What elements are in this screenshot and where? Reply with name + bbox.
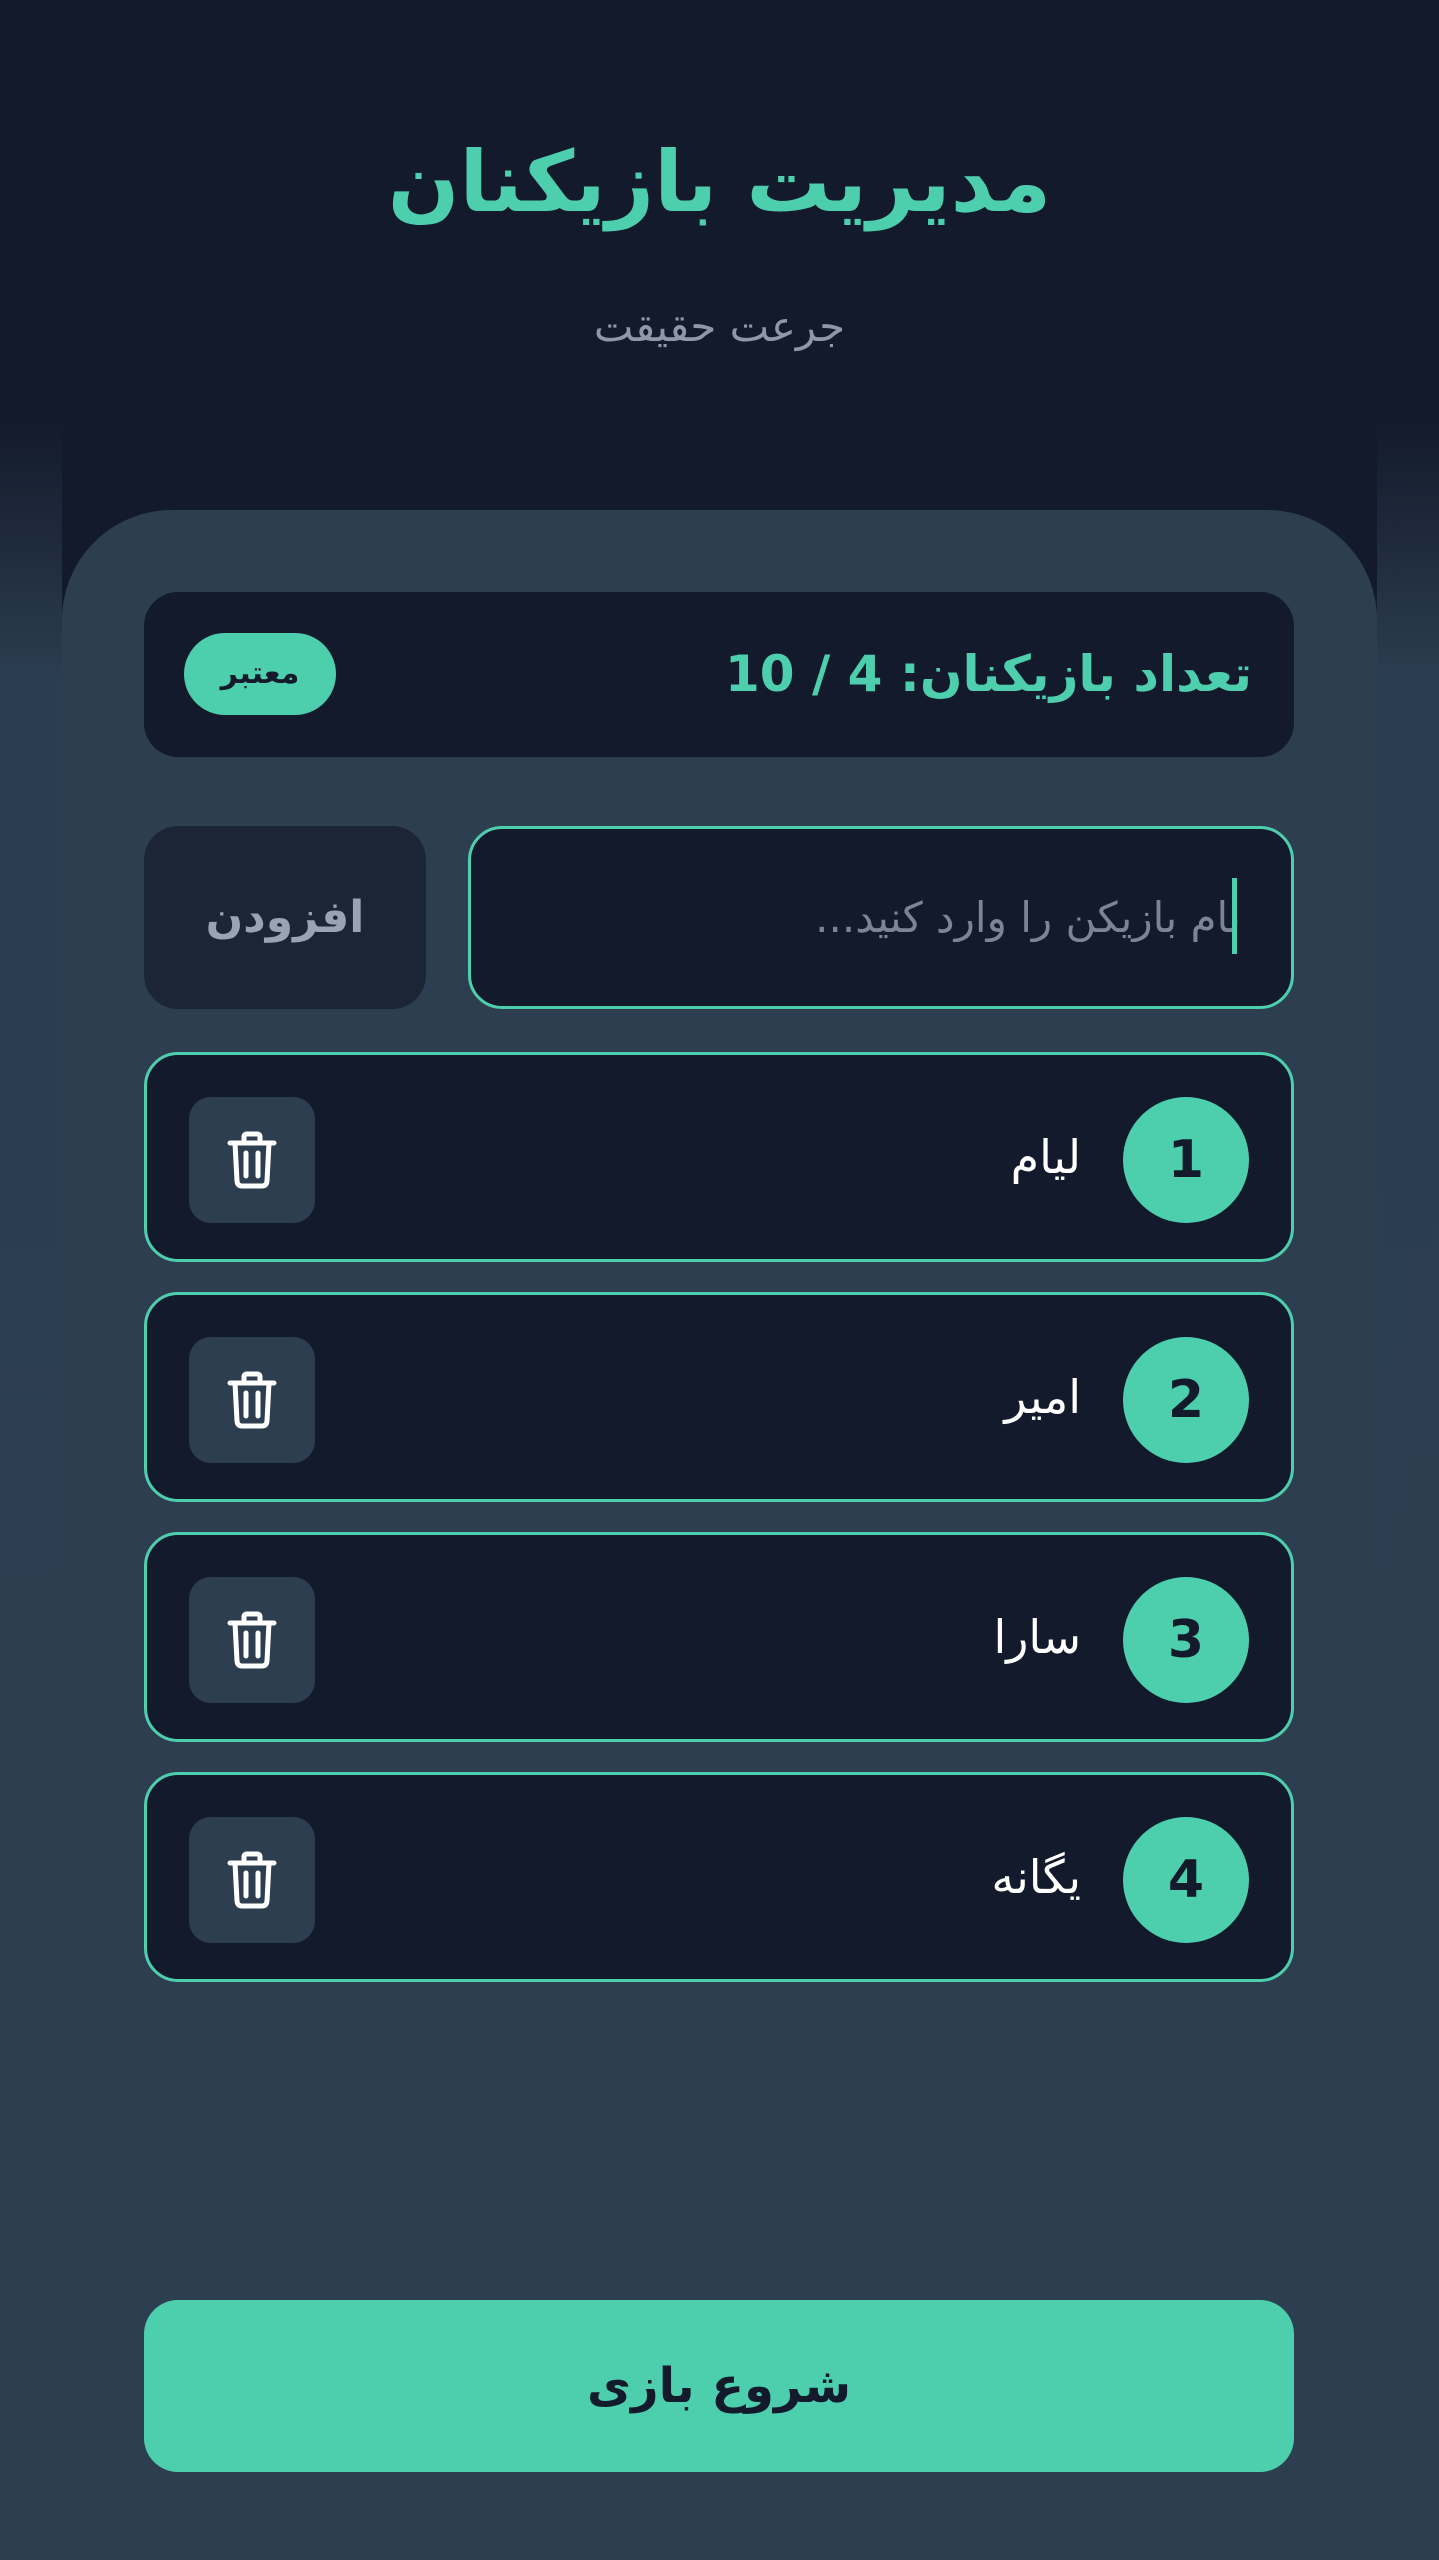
page: مدیریت بازیکنان جرعت حقیقت تعداد بازیکنا… [0, 0, 1439, 2560]
player-row: 3 سارا [144, 1532, 1294, 1742]
trash-icon [227, 1851, 277, 1909]
player-number-badge: 1 [1123, 1097, 1249, 1223]
delete-player-button[interactable] [189, 1817, 315, 1943]
player-number-badge: 2 [1123, 1337, 1249, 1463]
app-container: مدیریت بازیکنان جرعت حقیقت تعداد بازیکنا… [62, 0, 1377, 2560]
trash-icon [227, 1371, 277, 1429]
player-name: سارا [993, 1610, 1081, 1664]
trash-icon [227, 1611, 277, 1669]
status-badge: معتبر [184, 633, 336, 715]
add-player-button[interactable]: افزودن [144, 826, 426, 1009]
side-glow-right [1377, 420, 1439, 2560]
header: مدیریت بازیکنان جرعت حقیقت [62, 0, 1377, 510]
player-number-badge: 3 [1123, 1577, 1249, 1703]
players-panel: تعداد بازیکنان: 4 / 10 معتبر افزودن 1 لی… [62, 510, 1377, 2560]
player-list: 1 لیام 2 امیر 3 سارا 4 یگانه [144, 1052, 1294, 2012]
text-caret [1232, 878, 1237, 954]
player-count-label: تعداد بازیکنان: 4 / 10 [725, 645, 1252, 703]
player-row: 2 امیر [144, 1292, 1294, 1502]
player-number-badge: 4 [1123, 1817, 1249, 1943]
player-row: 1 لیام [144, 1052, 1294, 1262]
page-subtitle: جرعت حقیقت [593, 302, 846, 351]
side-glow-left [0, 420, 62, 2560]
player-name: یگانه [991, 1850, 1081, 1904]
player-name: امیر [1004, 1370, 1081, 1424]
page-title: مدیریت بازیکنان [387, 133, 1052, 231]
trash-icon [227, 1131, 277, 1189]
start-game-button[interactable]: شروع بازی [144, 2300, 1294, 2472]
player-name-input[interactable] [468, 826, 1294, 1009]
delete-player-button[interactable] [189, 1097, 315, 1223]
player-name: لیام [1010, 1130, 1081, 1184]
delete-player-button[interactable] [189, 1577, 315, 1703]
player-row: 4 یگانه [144, 1772, 1294, 1982]
player-count-bar: تعداد بازیکنان: 4 / 10 معتبر [144, 592, 1294, 757]
delete-player-button[interactable] [189, 1337, 315, 1463]
